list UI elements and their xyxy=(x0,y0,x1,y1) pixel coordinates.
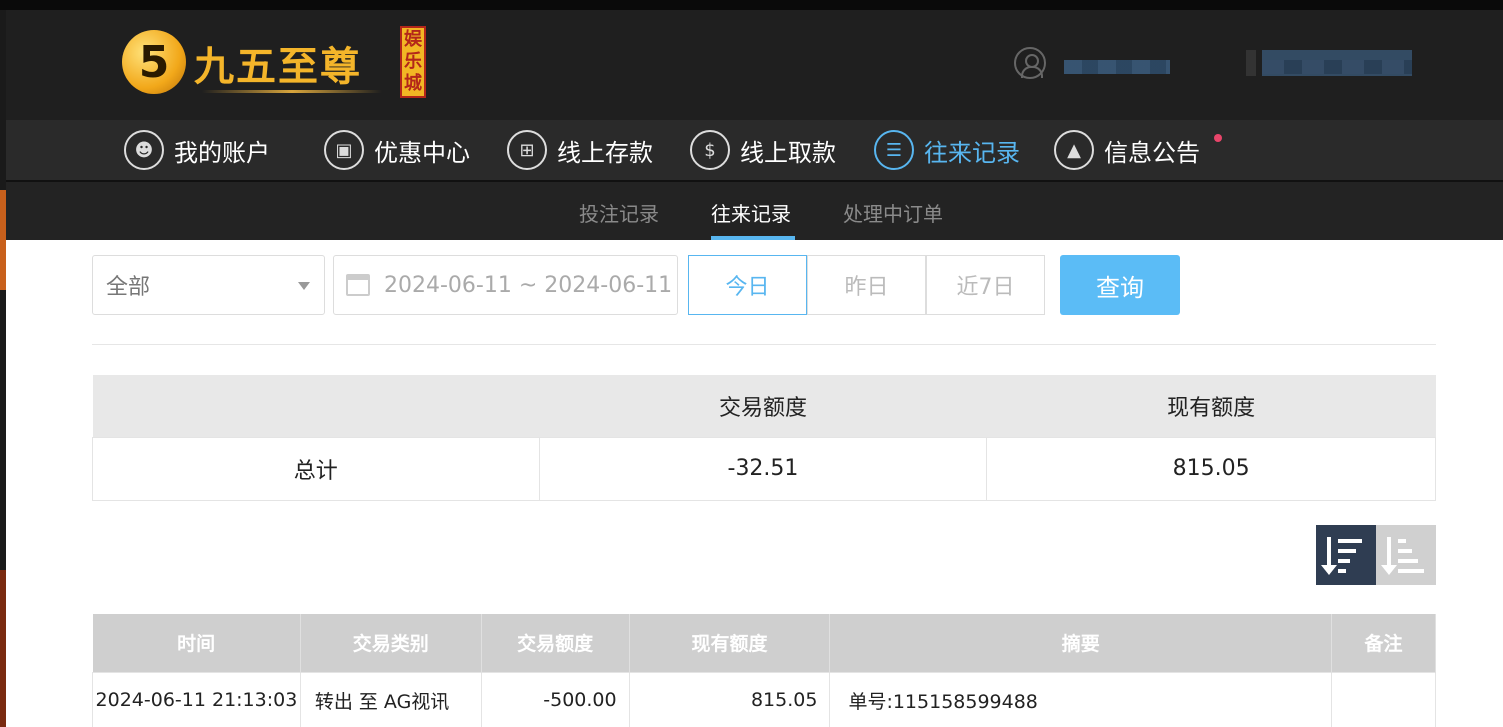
balance-redacted xyxy=(1232,50,1412,76)
divider xyxy=(92,344,1436,345)
query-button[interactable]: 查询 xyxy=(1060,255,1180,315)
username-redacted xyxy=(1064,60,1170,74)
nav-item-announcements[interactable]: ▲ 信息公告 xyxy=(1054,130,1200,170)
cell-remark xyxy=(1331,671,1436,727)
type-select[interactable]: 全部 xyxy=(92,255,325,315)
table-row: 2024-06-11 21:13:03 转出 至 AG视讯 -500.00 81… xyxy=(92,671,1436,727)
summary-header: 交易额度 xyxy=(539,375,987,437)
site-logo[interactable]: 5 九五至尊 娱 乐 城 xyxy=(122,24,432,104)
sub-nav: 投注记录 往来记录 处理中订单 xyxy=(6,180,1503,240)
records-table: 时间 交易类别 交易额度 现有额度 摘要 备注 2024-06-11 21:13… xyxy=(92,614,1436,727)
calendar-icon xyxy=(346,274,370,296)
nav-item-withdraw[interactable]: $ 线上取款 xyxy=(690,130,836,170)
site-header: 5 九五至尊 娱 乐 城 xyxy=(6,10,1503,120)
summary-header: 现有额度 xyxy=(986,375,1436,437)
cell-balance: 815.05 xyxy=(628,671,831,727)
summary-label: 总计 xyxy=(92,436,540,501)
cell-time: 2024-06-11 21:13:03 xyxy=(92,671,301,727)
gift-icon: ▣ xyxy=(324,130,364,170)
col-header-balance: 现有额度 xyxy=(629,614,831,672)
deposit-icon: ⊞ xyxy=(507,130,547,170)
col-header-amount: 交易额度 xyxy=(481,614,630,672)
type-select-value: 全部 xyxy=(106,275,151,300)
tab-pending-orders[interactable]: 处理中订单 xyxy=(843,198,943,227)
cell-amount: -500.00 xyxy=(480,671,630,727)
col-header-time: 时间 xyxy=(92,614,301,672)
sort-ascending-button[interactable] xyxy=(1376,525,1436,585)
col-header-summary: 摘要 xyxy=(829,614,1333,672)
summary-row: 总计 -32.51 815.05 xyxy=(92,436,1436,501)
notification-dot xyxy=(1214,134,1222,142)
col-header-remark: 备注 xyxy=(1331,614,1436,672)
active-tab-underline xyxy=(711,236,795,240)
nav-label: 信息公告 xyxy=(1104,138,1200,167)
logo-badge: 娱 乐 城 xyxy=(400,26,426,98)
range-yesterday-button[interactable]: 昨日 xyxy=(807,255,926,315)
range-today-button[interactable]: 今日 xyxy=(688,255,807,315)
cell-type: 转出 至 AG视讯 xyxy=(299,671,482,727)
logo-text: 九五至尊 xyxy=(194,43,362,90)
logo-mark: 5 xyxy=(122,30,186,94)
nav-label: 往来记录 xyxy=(924,138,1020,167)
nav-item-deposit[interactable]: ⊞ 线上存款 xyxy=(507,130,653,170)
nav-item-promotions[interactable]: ▣ 优惠中心 xyxy=(324,130,470,170)
range-7days-button[interactable]: 近7日 xyxy=(926,255,1045,315)
nav-item-records[interactable]: ☰ 往来记录 xyxy=(874,130,1020,170)
sort-descending-button[interactable] xyxy=(1316,525,1376,585)
tab-bet-records[interactable]: 投注记录 xyxy=(579,198,659,227)
withdraw-icon: $ xyxy=(690,130,730,170)
nav-label: 优惠中心 xyxy=(374,138,470,167)
summary-current-balance: 815.05 xyxy=(986,436,1436,501)
date-range-value: 2024-06-11 ~ 2024-06-11 xyxy=(384,272,673,298)
summary-table: 交易额度 现有额度 总计 -32.51 815.05 xyxy=(92,375,1436,501)
nav-label: 线上存款 xyxy=(557,138,653,167)
nav-label: 线上取款 xyxy=(740,138,836,167)
sort-asc-icon xyxy=(1381,537,1397,575)
main-nav: ☻ 我的账户 ▣ 优惠中心 ⊞ 线上存款 $ 线上取款 ☰ 往来记录 ▲ 信息公… xyxy=(6,120,1503,180)
col-header-type: 交易类别 xyxy=(300,614,482,672)
nav-label: 我的账户 xyxy=(174,138,270,167)
nav-item-my-account[interactable]: ☻ 我的账户 xyxy=(124,130,270,170)
summary-transaction-amount: -32.51 xyxy=(538,436,988,501)
summary-header xyxy=(92,375,540,437)
tab-transaction-records[interactable]: 往来记录 xyxy=(711,198,791,227)
user-icon: ☻ xyxy=(124,130,164,170)
date-range-picker[interactable]: 2024-06-11 ~ 2024-06-11 xyxy=(333,255,678,315)
sort-desc-icon xyxy=(1321,537,1337,575)
window-top-strip xyxy=(0,0,1503,10)
cell-summary: 单号:115158599488 xyxy=(829,671,1333,727)
user-account[interactable] xyxy=(1014,46,1046,80)
user-avatar-icon xyxy=(1014,47,1046,79)
logo-ornament xyxy=(202,90,382,93)
caret-down-icon xyxy=(298,282,310,290)
bell-icon: ▲ xyxy=(1054,130,1094,170)
records-icon: ☰ xyxy=(874,130,914,170)
